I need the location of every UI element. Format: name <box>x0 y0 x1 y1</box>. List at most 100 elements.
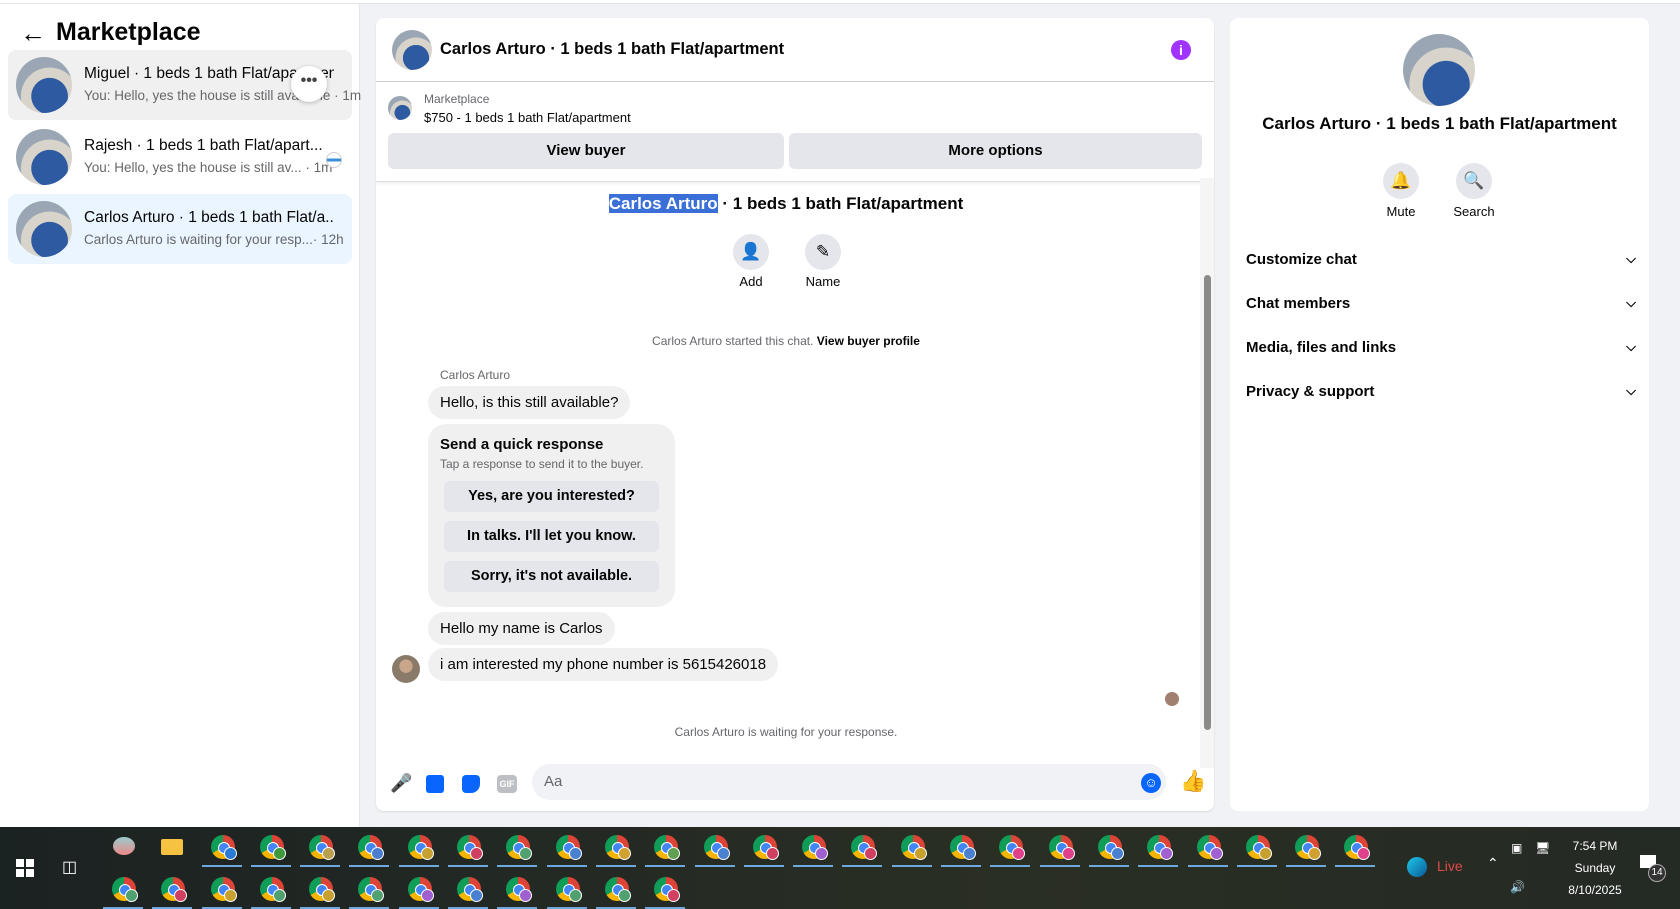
add-person-icon[interactable]: 👤 <box>733 234 769 270</box>
taskbar-row-2 <box>103 871 686 909</box>
taskbar: ◫ Live ⌃ ▣ 🖥 🔊 7:54 PM Sunday 8/10/2025 … <box>0 827 1680 909</box>
live-label[interactable]: Live <box>1437 858 1463 874</box>
chrome-window-icon[interactable] <box>1187 829 1228 867</box>
sender-name: Carlos Arturo <box>440 368 511 382</box>
chrome-window-icon[interactable] <box>694 829 735 867</box>
quick-response-option[interactable]: Sorry, it's not available. <box>444 561 659 592</box>
chrome-window-icon[interactable] <box>103 871 143 909</box>
details-title: Carlos Arturo · 1 beds 1 bath Flat/apart… <box>1262 114 1617 133</box>
pencil-icon[interactable]: ✎ <box>805 234 841 270</box>
view-buyer-button[interactable]: View buyer <box>388 133 784 169</box>
chrome-window-icon[interactable] <box>398 871 439 909</box>
listing-source: Marketplace <box>424 92 490 106</box>
chevron-up-icon[interactable]: ⌃ <box>1487 855 1499 872</box>
quick-response-option[interactable]: Yes, are you interested? <box>444 481 659 512</box>
avatar[interactable] <box>392 30 432 70</box>
quick-response-option[interactable]: In talks. I'll let you know. <box>444 521 659 552</box>
camera-icon[interactable]: ▣ <box>1511 841 1522 855</box>
view-buyer-profile-link[interactable]: View buyer profile <box>817 334 920 348</box>
notification-count: 14 <box>1648 864 1666 882</box>
paint-app-icon[interactable] <box>103 829 143 867</box>
network-icon[interactable]: 🖥 <box>1535 841 1550 855</box>
photo-icon[interactable] <box>426 775 444 793</box>
sidebar: ← Marketplace Miguel · 1 beds 1 bath Fla… <box>0 4 361 827</box>
chrome-window-icon[interactable] <box>300 871 341 909</box>
chrome-window-icon[interactable] <box>250 829 291 867</box>
page-title: Marketplace <box>56 18 201 46</box>
windows-start-icon[interactable] <box>16 859 34 877</box>
chrome-window-icon[interactable] <box>743 829 784 867</box>
back-arrow-icon[interactable]: ← <box>20 18 46 49</box>
section-chat-members[interactable]: Chat members ⌵ <box>1246 295 1636 312</box>
message-input[interactable]: Aa <box>532 764 1166 800</box>
avatar <box>1403 34 1475 106</box>
chrome-window-icon[interactable] <box>201 871 242 909</box>
section-media-files-links[interactable]: Media, files and links ⌵ <box>1246 339 1636 356</box>
chrome-window-icon[interactable] <box>546 871 587 909</box>
chrome-window-icon[interactable] <box>497 871 538 909</box>
chrome-window-icon[interactable] <box>398 829 439 867</box>
chrome-window-icon[interactable] <box>1335 829 1376 867</box>
bell-icon[interactable]: 🔔 <box>1383 163 1419 199</box>
chrome-window-icon[interactable] <box>1236 829 1277 867</box>
chrome-window-icon[interactable] <box>250 871 291 909</box>
chrome-window-icon[interactable] <box>645 871 686 909</box>
more-options-icon[interactable]: ••• <box>291 66 327 102</box>
conversation-snippet: Carlos Arturo is waiting for your resp..… <box>84 232 344 247</box>
chrome-window-icon[interactable] <box>990 829 1031 867</box>
chrome-window-icon[interactable] <box>448 829 489 867</box>
scrollbar-thumb[interactable] <box>1204 275 1211 730</box>
chrome-window-icon[interactable] <box>645 829 686 867</box>
chrome-window-icon[interactable] <box>201 829 242 867</box>
info-icon[interactable]: i <box>1171 40 1191 60</box>
chrome-window-icon[interactable] <box>152 871 193 909</box>
volume-icon[interactable]: 🔊 <box>1510 880 1525 894</box>
clock-day[interactable]: Sunday <box>1555 861 1635 875</box>
conversation-item-active[interactable]: Carlos Arturo · 1 beds 1 bath Flat/a... … <box>8 194 352 264</box>
chevron-down-icon: ⌵ <box>1626 295 1636 310</box>
conversation-item[interactable]: Rajesh · 1 beds 1 bath Flat/apart... You… <box>8 122 352 192</box>
listing-detail[interactable]: $750 - 1 beds 1 bath Flat/apartment <box>424 110 631 125</box>
emoji-icon[interactable]: ☺ <box>1141 773 1161 793</box>
chrome-window-icon[interactable] <box>793 829 834 867</box>
live-app-icon[interactable] <box>1407 857 1427 877</box>
chrome-window-icon[interactable] <box>891 829 932 867</box>
chrome-window-icon[interactable] <box>349 871 390 909</box>
avatar <box>16 57 72 113</box>
thumbs-up-icon[interactable]: 👍 <box>1180 770 1206 794</box>
section-customize-chat[interactable]: Customize chat ⌵ <box>1246 251 1636 268</box>
chrome-window-icon[interactable] <box>349 829 390 867</box>
clock-time[interactable]: 7:54 PM <box>1555 839 1635 853</box>
chrome-window-icon[interactable] <box>1039 829 1080 867</box>
chat-panel: Carlos Arturo · 1 beds 1 bath Flat/apart… <box>376 18 1214 811</box>
sticker-icon[interactable] <box>462 775 480 793</box>
chrome-window-icon[interactable] <box>546 829 587 867</box>
gif-icon[interactable]: GIF <box>497 775 517 793</box>
clock-date[interactable]: 8/10/2025 <box>1555 883 1635 897</box>
microphone-icon[interactable]: 🎤 <box>390 773 412 794</box>
mute-label: Mute <box>1386 204 1416 219</box>
chrome-window-icon[interactable] <box>595 829 636 867</box>
name-label: Name <box>805 274 841 289</box>
chrome-window-icon[interactable] <box>842 829 883 867</box>
more-options-button[interactable]: More options <box>789 133 1202 169</box>
chat-title[interactable]: Carlos Arturo · 1 beds 1 bath Flat/apart… <box>440 40 784 59</box>
chevron-down-icon: ⌵ <box>1626 339 1636 354</box>
search-icon[interactable]: 🔍 <box>1456 163 1492 199</box>
chrome-window-icon[interactable] <box>1088 829 1129 867</box>
chrome-window-icon[interactable] <box>941 829 982 867</box>
chrome-window-icon[interactable] <box>1138 829 1179 867</box>
chrome-window-icon[interactable] <box>1286 829 1327 867</box>
sender-avatar <box>392 655 420 683</box>
file-explorer-icon[interactable] <box>152 829 192 867</box>
conversation-item[interactable]: Miguel · 1 beds 1 bath Flat/apartment Yo… <box>8 50 361 120</box>
chrome-window-icon[interactable] <box>300 829 341 867</box>
task-view-icon[interactable]: ◫ <box>62 857 77 877</box>
message-bubble: Hello my name is Carlos <box>428 612 615 645</box>
chat-intro-title: Carlos Arturo · 1 beds 1 bath Flat/apart… <box>608 194 964 213</box>
section-privacy-support[interactable]: Privacy & support ⌵ <box>1246 383 1636 400</box>
chrome-window-icon[interactable] <box>497 829 538 867</box>
chrome-window-icon[interactable] <box>595 871 636 909</box>
avatar <box>16 201 72 257</box>
chrome-window-icon[interactable] <box>448 871 489 909</box>
